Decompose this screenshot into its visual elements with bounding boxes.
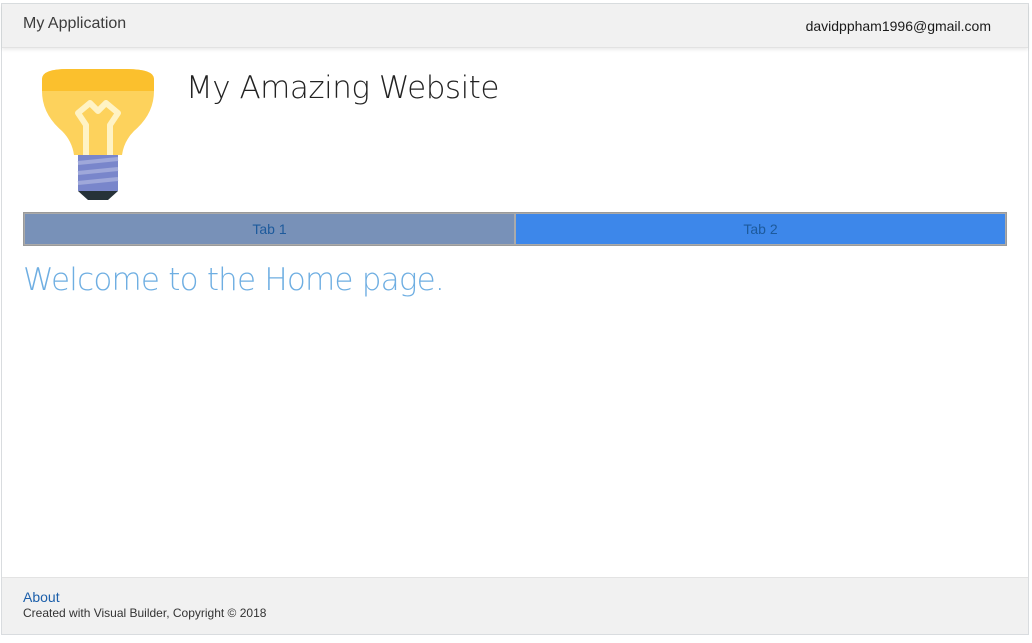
user-email[interactable]: davidppham1996@gmail.com [806,18,991,34]
lightbulb-icon [38,69,158,204]
copyright-text: Created with Visual Builder, Copyright ©… [23,606,267,620]
tab-2[interactable]: Tab 2 [515,213,1006,245]
tab-1[interactable]: Tab 1 [24,213,515,245]
footer: About Created with Visual Builder, Copyr… [2,577,1028,634]
about-link[interactable]: About [23,589,60,605]
welcome-heading: Welcome to the Home page. [23,262,445,298]
top-navbar: My Application davidppham1996@gmail.com [2,4,1028,48]
tab-bar: Tab 1 Tab 2 [23,212,1007,246]
app-title[interactable]: My Application [23,15,126,33]
app-frame: My Application davidppham1996@gmail.com … [1,3,1029,635]
site-title: My Amazing Website [186,70,499,106]
